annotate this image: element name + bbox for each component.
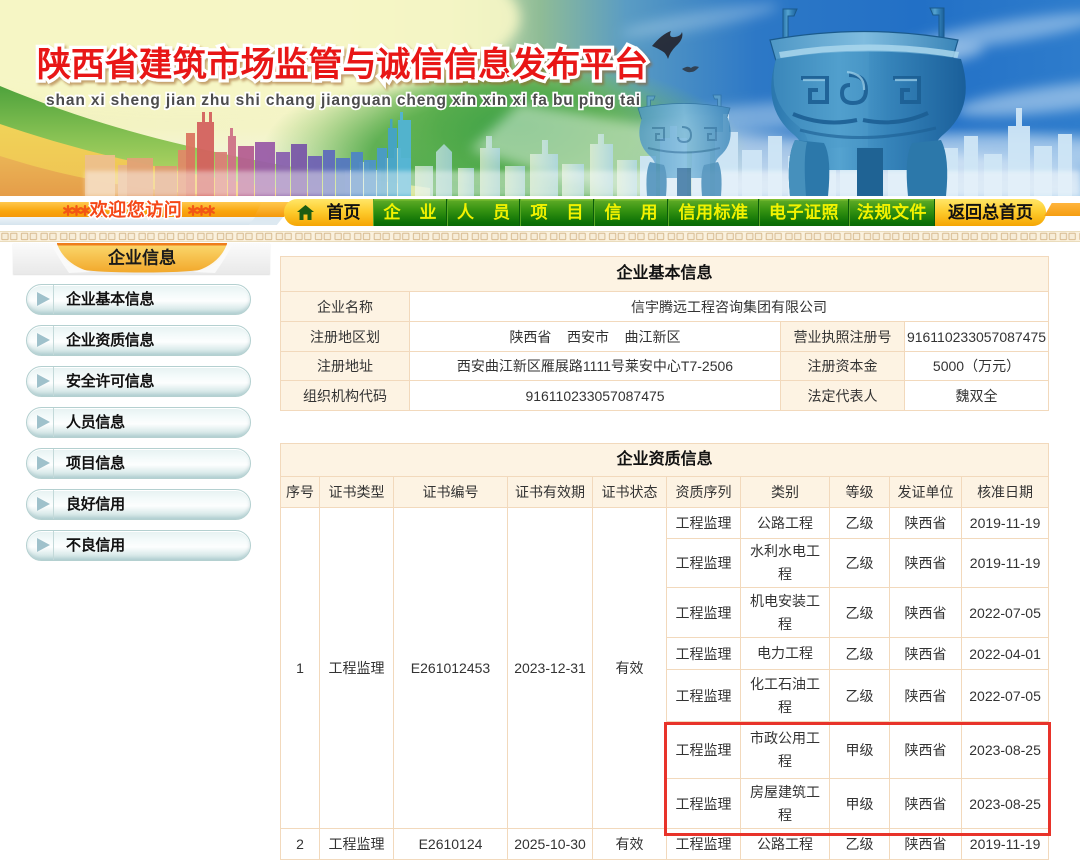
svg-text:shan xi sheng jian zhu shi cha: shan xi sheng jian zhu shi chang jiangua… [46, 92, 640, 109]
svg-text:企业信息: 企业信息 [107, 248, 176, 268]
svg-text:陕西省建筑市场监管与诚信信息发布平台: 陕西省建筑市场监管与诚信信息发布平台 [37, 45, 648, 84]
svg-text:欢迎您访问: 欢迎您访问 [89, 199, 183, 220]
